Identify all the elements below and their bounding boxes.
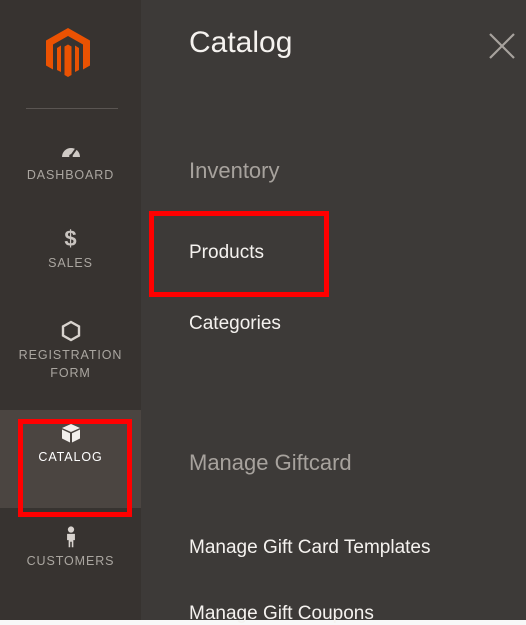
submenu-title: Catalog (189, 26, 293, 59)
sidebar-item-label: DASHBOARD (26, 168, 115, 182)
sidebar-item-registration-form[interactable]: REGISTRATION FORM (0, 320, 141, 382)
catalog-submenu-panel: Catalog Inventory Products Categories Ma… (141, 0, 526, 624)
sidebar-item-label: SALES (48, 256, 93, 270)
menu-link-products[interactable]: Products (189, 242, 264, 264)
section-title-inventory: Inventory (189, 158, 280, 183)
close-icon[interactable] (484, 28, 520, 64)
sidebar-item-customers[interactable]: CUSTOMERS (0, 526, 141, 570)
sidebar-item-label: CATALOG (38, 450, 103, 464)
dollar-icon: $ (64, 226, 77, 251)
box-icon (61, 424, 80, 443)
person-icon (66, 526, 75, 548)
sidebar-item-sales[interactable]: $ SALES (0, 228, 141, 272)
menu-link-manage-gift-coupons[interactable]: Manage Gift Coupons (189, 603, 374, 625)
magento-logo-icon[interactable] (46, 28, 90, 78)
admin-sidebar: DASHBOARD $ SALES REGISTRATION FORM CATA… (0, 0, 141, 620)
hexagon-icon (61, 320, 80, 342)
sidebar-item-label-line2: FORM (50, 366, 91, 380)
sidebar-item-catalog[interactable]: CATALOG (0, 410, 141, 508)
sidebar-item-dashboard[interactable]: DASHBOARD (0, 140, 141, 184)
menu-link-categories[interactable]: Categories (189, 313, 281, 335)
admin-frame: DASHBOARD $ SALES REGISTRATION FORM CATA… (0, 0, 526, 624)
section-title-manage-giftcard: Manage Giftcard (189, 450, 352, 475)
sidebar-item-label: CUSTOMERS (26, 554, 115, 568)
dashboard-gauge-icon (61, 148, 80, 158)
sidebar-divider (26, 108, 118, 109)
menu-link-manage-gift-card-templates[interactable]: Manage Gift Card Templates (189, 537, 431, 559)
sidebar-item-label: REGISTRATION (18, 348, 123, 362)
